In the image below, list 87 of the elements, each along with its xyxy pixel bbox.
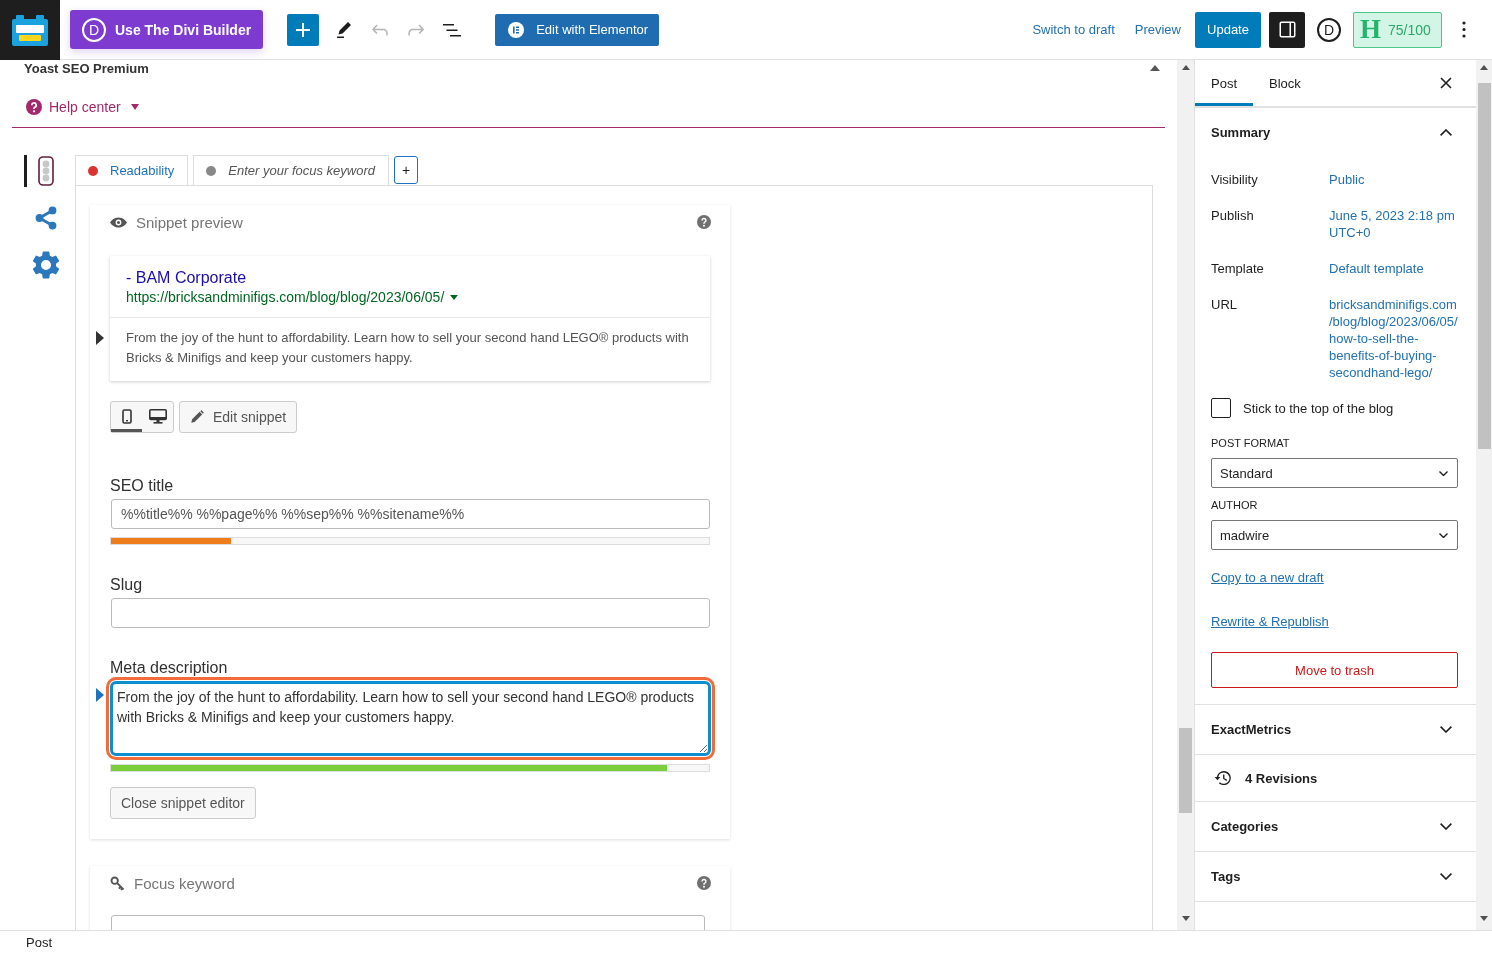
card-heading: Snippet preview bbox=[136, 213, 243, 231]
caret-down-icon bbox=[130, 104, 139, 110]
scroll-down-icon[interactable] bbox=[1181, 916, 1190, 921]
chevron-up-icon bbox=[1440, 129, 1452, 136]
summary-value-link[interactable]: Public bbox=[1329, 171, 1460, 188]
sidebar-tab[interactable]: Block bbox=[1253, 60, 1317, 106]
edit-snippet-button[interactable]: Edit snippet bbox=[179, 401, 298, 433]
chevron-down-icon bbox=[1439, 532, 1448, 538]
preview-title: - BAM Corporate bbox=[126, 268, 248, 288]
sidebar-toggle-button[interactable] bbox=[1269, 11, 1305, 48]
scroll-down-icon[interactable] bbox=[1480, 916, 1488, 921]
scroll-up-icon[interactable] bbox=[1480, 65, 1488, 70]
select-field[interactable]: Standard bbox=[1211, 458, 1458, 488]
panel-header[interactable]: Categories bbox=[1195, 802, 1476, 851]
summary-value-link[interactable]: Default template bbox=[1329, 260, 1460, 277]
plus-icon bbox=[296, 22, 311, 37]
field-label: POST FORMAT bbox=[1211, 436, 1290, 450]
metabox-title: Yoast SEO Premium bbox=[24, 60, 149, 76]
phone-icon bbox=[121, 409, 132, 424]
add-block-button[interactable] bbox=[287, 13, 320, 46]
field-label: Publish bbox=[1211, 207, 1255, 224]
field-label: Template bbox=[1211, 260, 1265, 277]
gear-icon bbox=[32, 251, 60, 279]
field-label: AUTHOR bbox=[1211, 498, 1258, 512]
field-label: Visibility bbox=[1211, 171, 1259, 188]
breadcrumb-item[interactable]: Post bbox=[26, 935, 52, 950]
traffic-light-icon bbox=[38, 156, 54, 186]
caret-down-icon[interactable] bbox=[450, 294, 459, 300]
pencil-icon bbox=[190, 410, 204, 424]
edit-with-elementor-button[interactable]: Edit with Elementor bbox=[495, 13, 660, 46]
analysis-tab[interactable]: Readability bbox=[75, 155, 189, 185]
sidebar-icon bbox=[1278, 21, 1296, 38]
summary-value-link[interactable]: bricksandminifigs.com/blog/blog/2023/06/05/how-to-sell-the-benefits-of-buying-secondhand-lego/ bbox=[1329, 296, 1460, 381]
history-icon bbox=[1213, 768, 1233, 788]
key-icon bbox=[110, 875, 125, 891]
summary-value-link[interactable]: June 5, 2023 2:18 pm UTC+0 bbox=[1329, 207, 1460, 241]
scroll-up-icon[interactable] bbox=[1181, 65, 1190, 70]
description-preview: From the joy of the hunt to affordability. Learn how to sell your second hand LEGO® products with Bricks & Minifigs and keep your customers happy. bbox=[126, 329, 690, 367]
analysis-tab[interactable]: Enter your focus keyword bbox=[193, 155, 389, 185]
move-to-trash-button[interactable]: Move to trash bbox=[1211, 652, 1458, 688]
scrollbar-thumb[interactable] bbox=[1179, 728, 1192, 813]
field-label: Slug bbox=[110, 576, 144, 594]
chevron-down-icon bbox=[1440, 873, 1452, 880]
panel-header[interactable]: Tags bbox=[1195, 852, 1476, 901]
chevron-down-icon bbox=[1440, 823, 1452, 830]
scrollbar-thumb[interactable] bbox=[1477, 83, 1491, 449]
pointer-triangle-icon bbox=[96, 688, 104, 702]
help-center-button[interactable]: Help center bbox=[26, 95, 139, 119]
panel-header[interactable]: ExactMetrics bbox=[1195, 705, 1476, 754]
chevron-down-icon bbox=[1440, 726, 1452, 733]
sidebar-tab[interactable]: Post bbox=[1195, 60, 1253, 106]
field-label: Meta description bbox=[110, 659, 229, 677]
add-keyword-button[interactable]: + bbox=[394, 156, 418, 184]
chevron-down-icon bbox=[1439, 470, 1448, 476]
field-label: URL bbox=[1211, 296, 1238, 313]
divi-builder-button[interactable]: D Use The Divi Builder bbox=[70, 10, 264, 49]
caret-up-icon[interactable] bbox=[1150, 65, 1160, 71]
checkbox[interactable] bbox=[1211, 398, 1231, 418]
elementor-logo-icon bbox=[508, 21, 525, 38]
input-field[interactable]: %%title%% %%page%% %%sep%% %%sitename%% bbox=[111, 499, 710, 529]
update-button[interactable]: Update bbox=[1195, 11, 1261, 48]
switch-to-draft-button[interactable]: Switch to draft bbox=[1032, 11, 1115, 48]
panel-header[interactable]: Summary bbox=[1195, 108, 1476, 157]
divi-logo-icon: D bbox=[82, 17, 106, 42]
preview-button[interactable]: Preview bbox=[1134, 11, 1181, 48]
score-logo-icon: H bbox=[1360, 16, 1381, 43]
monitor-icon bbox=[148, 409, 167, 424]
text-link[interactable]: Copy to a new draft bbox=[1211, 569, 1324, 586]
divi-logo-icon[interactable]: D bbox=[1317, 17, 1341, 42]
site-logo-icon[interactable] bbox=[12, 14, 48, 46]
help-icon[interactable] bbox=[697, 215, 711, 229]
more-options-icon[interactable] bbox=[1462, 21, 1466, 38]
close-icon[interactable] bbox=[1440, 77, 1452, 89]
preview-url: https://bricksandminifigs.com/blog/blog/2023/06/05/ bbox=[126, 288, 445, 306]
close-snippet-editor-button[interactable]: Close snippet editor bbox=[110, 787, 256, 819]
field-label: SEO title bbox=[110, 477, 175, 495]
help-icon bbox=[26, 99, 42, 115]
textarea-field[interactable]: From the joy of the hunt to affordability. Learn how to sell your second hand LEGO® products with Bricks & Minifigs and keep your customers happy. bbox=[110, 681, 711, 756]
card-heading: Focus keyword bbox=[134, 874, 235, 892]
share-icon bbox=[33, 205, 59, 231]
text-link[interactable]: Rewrite & Republish bbox=[1211, 613, 1329, 630]
input-field[interactable] bbox=[111, 598, 710, 628]
eye-icon bbox=[110, 216, 127, 228]
select-field[interactable]: madwire bbox=[1211, 520, 1458, 550]
checkbox-label[interactable]: Stick to the top of the blog bbox=[1243, 400, 1394, 416]
revisions-button[interactable]: 4 Revisions bbox=[1195, 755, 1476, 801]
help-icon[interactable] bbox=[697, 876, 711, 890]
